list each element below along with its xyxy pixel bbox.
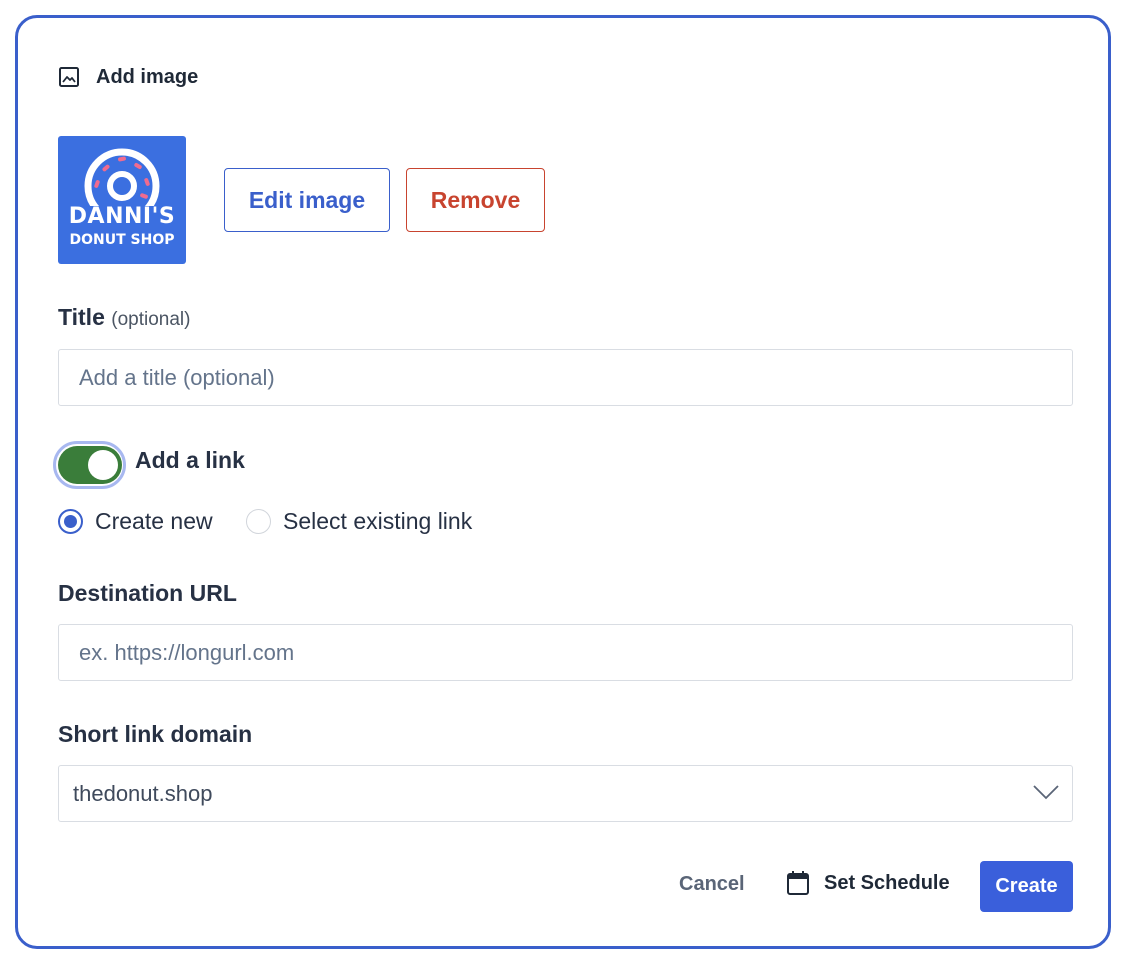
add-link-label: Add a link [135,447,245,473]
title-label: Title (optional) [58,304,190,331]
radio-create-new-label: Create new [95,507,213,534]
create-link-card: Add image DANNI'S DONUT SHOP Edit image … [15,15,1111,949]
add-link-toggle[interactable] [58,446,122,484]
set-schedule-label: Set Schedule [824,871,950,894]
calendar-icon [787,871,809,895]
donut-logo-icon [84,148,160,206]
title-label-text: Title [58,304,105,330]
logo-text-name: DANNI'S [68,204,176,229]
destination-url-input[interactable] [58,624,1073,681]
radio-create-new[interactable]: Create new [58,506,213,536]
selected-domain: thedonut.shop [73,780,213,806]
radio-select-existing-input[interactable] [246,508,271,534]
short-link-domain-select[interactable]: thedonut.shop [58,765,1073,822]
image-preview: DANNI'S DONUT SHOP [58,136,186,264]
edit-image-button[interactable]: Edit image [224,168,390,232]
image-icon [58,64,84,90]
add-image-header: Add image [58,63,198,91]
toggle-knob [88,450,118,480]
remove-image-button[interactable]: Remove [406,168,545,232]
destination-url-label: Destination URL [58,580,237,606]
create-button[interactable]: Create [980,861,1073,912]
short-link-domain-label: Short link domain [58,721,253,747]
radio-select-existing-label: Select existing link [283,507,473,534]
add-image-label: Add image [96,65,199,88]
title-optional-hint: (optional) [111,309,191,330]
radio-create-new-input[interactable] [58,508,83,534]
chevron-down-icon [1033,785,1059,800]
logo-text-shop: DONUT SHOP [69,232,175,248]
title-input[interactable] [58,349,1073,406]
set-schedule-button[interactable]: Set Schedule [786,870,950,896]
cancel-button[interactable]: Cancel [679,873,745,896]
radio-select-existing[interactable]: Select existing link [246,506,472,536]
